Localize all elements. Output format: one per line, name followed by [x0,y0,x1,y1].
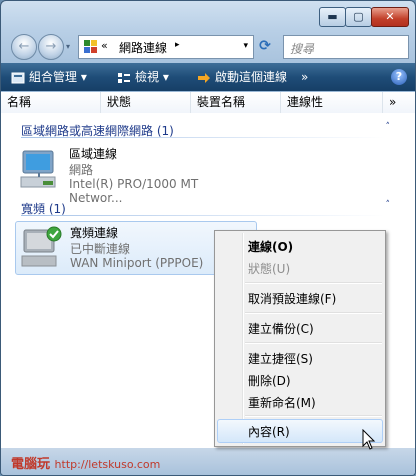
help-icon[interactable]: ? [391,69,407,85]
address-dropdown-icon[interactable]: ▾ [243,41,248,51]
group-header-broadband[interactable]: 寬頻 (1) ˄ [1,197,415,217]
start-connection-label: 啟動這個連線 [215,70,288,84]
recent-pages-dropdown-icon[interactable]: ▾ [66,42,70,51]
breadcrumb-arrow-icon[interactable]: ▸ [175,40,180,50]
network-connection-icon [20,150,56,188]
command-toolbar: 組合管理 ▾ 檢視 ▾ 啟動這個連線 » ? [1,63,415,91]
back-button[interactable]: ← [11,34,37,60]
views-icon [118,72,130,83]
column-more[interactable]: » [383,92,415,113]
maximize-button[interactable]: ▢ [345,7,372,27]
menu-item-rename[interactable]: 重新命名(M) [248,394,316,411]
views-label: 檢視 [135,70,160,84]
watermark-brand: 電腦玩 [11,457,51,472]
menu-separator [245,342,382,344]
refresh-icon[interactable]: ⟳ [256,37,274,55]
views-button[interactable]: 檢視 ▾ [117,63,169,91]
column-header: 名稱 狀態 裝置名稱 連線性 » [1,92,415,114]
organize-label: 組合管理 [29,70,78,84]
network-folder-icon [84,40,97,53]
breadcrumb-network-connections[interactable]: 網路連線 [119,39,167,56]
menu-item-delete[interactable]: 刪除(D) [248,372,291,389]
broadband-connection-icon [21,226,62,267]
menu-separator [245,312,382,314]
search-placeholder: 搜尋 [290,42,315,56]
address-bar[interactable]: « 網路連線 ▸ ▾ [78,35,254,59]
menu-separator [245,415,382,417]
connection-name: 寬頻連線 [70,226,119,240]
title-bar: ▬ ▢ ✕ [1,1,415,31]
menu-item-properties[interactable]: 內容(R) [248,423,290,440]
organize-button[interactable]: 組合管理 ▾ [11,63,87,91]
watermark-url: http://letskuso.com [54,458,161,471]
start-connection-button[interactable]: 啟動這個連線 [197,63,287,91]
group-header-lan[interactable]: 區域網路或高速網際網路 (1) ˄ [1,119,415,139]
status-bar: 電腦玩 http://letskuso.com [1,448,415,475]
explorer-window: ▬ ▢ ✕ ← → ▾ « 網路連線 ▸ ▾ ⟳ 搜尋 組合管理 ▾ 檢視 ▾ [0,0,416,476]
forward-button[interactable]: → [38,34,64,60]
menu-item-connect[interactable]: 連線(O) [248,238,293,255]
connection-status: 已中斷連線 [70,242,131,256]
list-item-local-connection[interactable]: 區域連線 網路 Intel(R) PRO/1000 MT Networ... [15,143,255,205]
context-menu: 連線(O) 狀態(U) 取消預設連線(F) 建立備份(C) 建立捷徑(S) 刪除… [214,230,386,447]
connection-device: WAN Miniport (PPPOE) [70,256,204,270]
menu-highlight [217,419,383,443]
menu-item-create-copy[interactable]: 建立備份(C) [248,320,314,337]
connection-status: 網路 [69,163,94,177]
menu-item-create-shortcut[interactable]: 建立捷徑(S) [248,350,313,367]
column-name[interactable]: 名稱 [1,92,101,113]
menu-separator [245,282,382,284]
close-button[interactable]: ✕ [371,7,409,27]
search-input[interactable]: 搜尋 [283,35,409,59]
toolbar-more-button[interactable]: » [301,63,308,91]
mouse-cursor-icon [362,429,376,450]
watermark: 電腦玩 http://letskuso.com [11,453,160,472]
connection-name: 區域連線 [69,147,118,161]
menu-item-status[interactable]: 狀態(U) [248,260,290,277]
navigation-bar: ← → ▾ « 網路連線 ▸ ▾ ⟳ 搜尋 [1,31,415,61]
collapse-icon[interactable]: ˄ [386,122,391,132]
arrow-right-icon [198,72,210,83]
collapse-icon[interactable]: ˄ [386,200,391,210]
column-device-name[interactable]: 裝置名稱 [191,92,281,113]
column-status[interactable]: 狀態 [101,92,191,113]
menu-item-cancel-default[interactable]: 取消預設連線(F) [248,290,336,307]
minimize-button[interactable]: ▬ [319,7,346,27]
breadcrumb-overflow[interactable]: « [101,39,108,52]
organize-icon [11,72,25,83]
column-connectivity[interactable]: 連線性 [281,92,383,113]
